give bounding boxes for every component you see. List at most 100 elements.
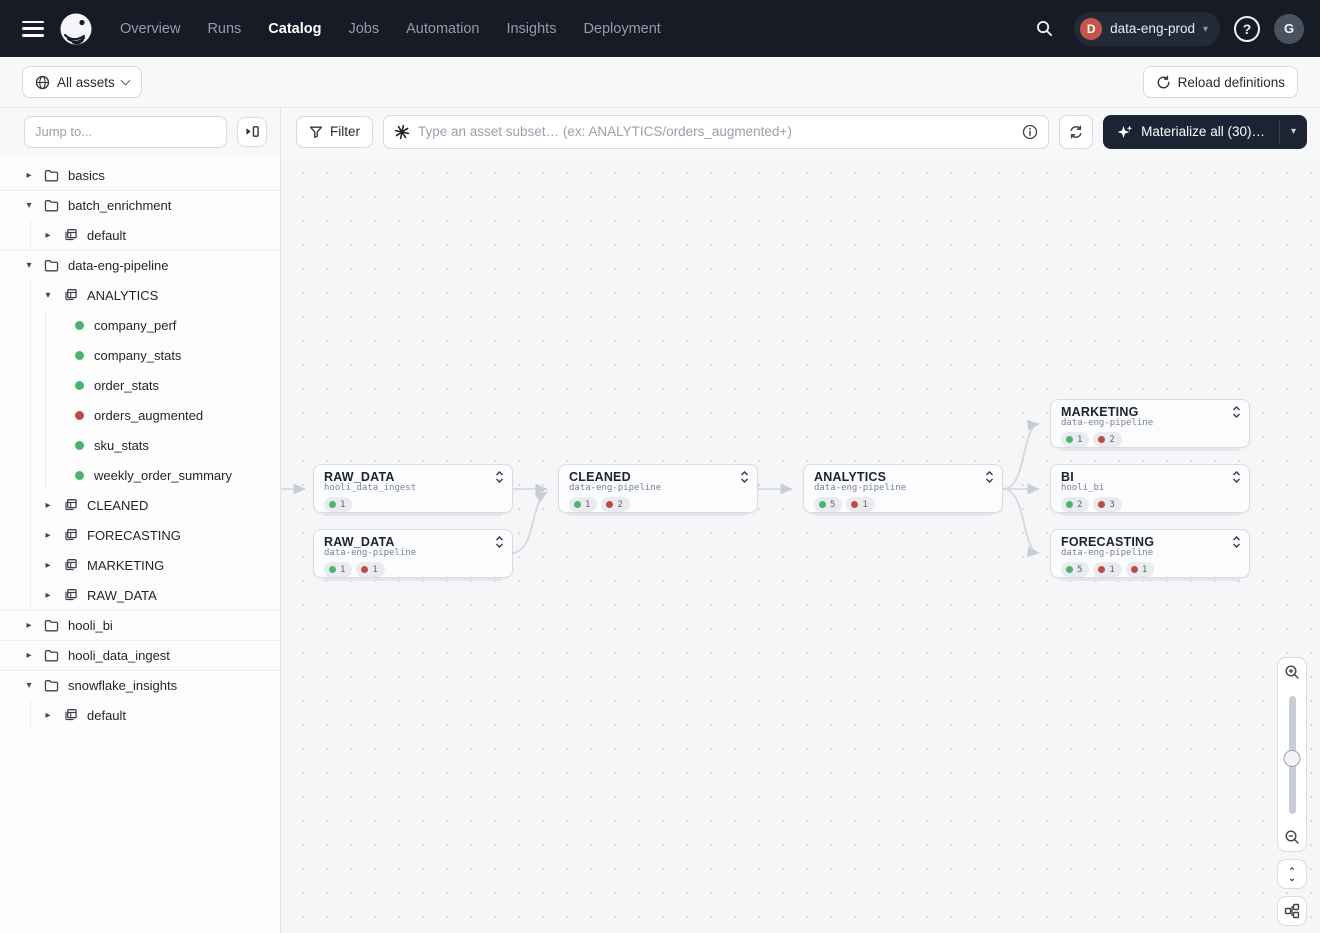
node-analytics[interactable]: ANALYTICS data-eng-pipeline 5 1 — [803, 464, 1003, 513]
nav-jobs[interactable]: Jobs — [348, 21, 379, 37]
asset-subset-input[interactable] — [418, 124, 1014, 139]
tree-folder-hooli-data-ingest[interactable]: ▸ hooli_data_ingest — [0, 640, 280, 670]
tree-folder-hooli-bi[interactable]: ▸ hooli_bi — [0, 610, 280, 640]
tree-group-analytics[interactable]: ▾ ANALYTICS — [31, 280, 280, 310]
tree-asset-order-stats[interactable]: order_stats — [46, 370, 280, 400]
op-selector-icon — [394, 124, 410, 140]
expand-group-icon[interactable] — [1232, 471, 1241, 483]
tree-asset-company-stats[interactable]: company_stats — [46, 340, 280, 370]
caret-down-icon[interactable]: ▾ — [24, 680, 34, 691]
materialize-all-button[interactable]: Materialize all (30)… ▾ — [1103, 115, 1307, 149]
relayout-graph-icon[interactable] — [1277, 896, 1307, 926]
asset-status-dot — [75, 351, 84, 360]
chevron-down-icon — [120, 76, 130, 86]
tree-asset-orders-augmented[interactable]: orders_augmented — [46, 400, 280, 430]
filter-icon — [309, 125, 323, 139]
expand-group-icon[interactable] — [495, 471, 504, 483]
folder-icon — [43, 198, 59, 214]
node-raw-data-hooli-data-ingest[interactable]: RAW_DATA hooli_data_ingest 1 — [313, 464, 513, 513]
nav-catalog[interactable]: Catalog — [268, 21, 321, 37]
canvas-controls: ⌃⌄ — [1277, 657, 1307, 926]
nav-runs[interactable]: Runs — [207, 21, 241, 37]
asset-status-dot — [75, 381, 84, 390]
tree-label: snowflake_insights — [68, 678, 177, 693]
tree-group-marketing[interactable]: ▸ MARKETING — [31, 550, 280, 580]
tree-asset-weekly-order-summary[interactable]: weekly_order_summary — [46, 460, 280, 490]
expand-group-icon[interactable] — [1232, 536, 1241, 548]
lineage-canvas[interactable]: RAW_DATA hooli_data_ingest 1 RAW_DATA da… — [281, 155, 1320, 933]
zoom-slider[interactable] — [1289, 696, 1296, 814]
caret-right-icon[interactable]: ▸ — [24, 650, 34, 661]
avatar[interactable]: G — [1274, 14, 1304, 44]
tree-group-raw-data[interactable]: ▸ RAW_DATA — [31, 580, 280, 610]
caret-down-icon[interactable]: ▾ — [24, 260, 34, 271]
deployment-switcher[interactable]: D data-eng-prod ▾ — [1074, 12, 1220, 46]
menu-icon[interactable] — [22, 21, 44, 37]
expand-group-icon[interactable] — [985, 471, 994, 483]
expand-group-icon[interactable] — [495, 536, 504, 548]
caret-down-icon[interactable]: ▾ — [43, 290, 53, 301]
caret-right-icon[interactable]: ▸ — [43, 500, 53, 511]
tree-label: company_perf — [94, 318, 176, 333]
tree-folder-batch-enrichment[interactable]: ▾ batch_enrichment — [0, 190, 280, 220]
tree-folder-basics[interactable]: ▸ basics — [0, 160, 280, 190]
tree-label: MARKETING — [87, 558, 164, 573]
zoom-in-icon[interactable] — [1284, 664, 1300, 680]
filter-button[interactable]: Filter — [296, 116, 373, 148]
zoom-out-icon[interactable] — [1284, 829, 1300, 845]
caret-right-icon[interactable]: ▸ — [43, 530, 53, 541]
nav-insights[interactable]: Insights — [506, 21, 556, 37]
caret-right-icon[interactable]: ▸ — [43, 590, 53, 601]
node-raw-data-data-eng-pipeline[interactable]: RAW_DATA data-eng-pipeline 1 1 — [313, 529, 513, 578]
zoom-slider-thumb[interactable] — [1284, 750, 1301, 767]
reload-definitions-button[interactable]: Reload definitions — [1143, 66, 1298, 98]
expand-group-icon[interactable] — [740, 471, 749, 483]
tree-group-cleaned[interactable]: ▸ CLEANED — [31, 490, 280, 520]
node-bi[interactable]: BI hooli_bi 2 3 — [1050, 464, 1250, 513]
node-marketing[interactable]: MARKETING data-eng-pipeline 1 2 — [1050, 399, 1250, 448]
asset-tree: ▸ basics ▾ batch_enrichment ▸ default ▾ — [0, 155, 280, 933]
status-badge: 2 — [1061, 497, 1089, 512]
tree-asset-company-perf[interactable]: company_perf — [46, 310, 280, 340]
tree-asset-sku-stats[interactable]: sku_stats — [46, 430, 280, 460]
jump-to-input[interactable] — [24, 116, 227, 148]
nav-automation[interactable]: Automation — [406, 21, 479, 37]
tree-label: default — [87, 708, 126, 723]
folder-icon — [43, 167, 59, 183]
node-forecasting[interactable]: FORECASTING data-eng-pipeline 5 1 1 — [1050, 529, 1250, 578]
tree-label: sku_stats — [94, 438, 149, 453]
refresh-graph-icon[interactable] — [1059, 115, 1093, 149]
dagster-logo-icon[interactable] — [58, 11, 94, 47]
node-subtitle: data-eng-pipeline — [324, 548, 504, 558]
search-icon[interactable] — [1028, 13, 1060, 45]
node-cleaned[interactable]: CLEANED data-eng-pipeline 1 2 — [558, 464, 758, 513]
help-icon[interactable]: ? — [1234, 16, 1260, 42]
status-badge: 2 — [601, 497, 629, 512]
nav-deployment[interactable]: Deployment — [583, 21, 660, 37]
nav-overview[interactable]: Overview — [120, 21, 180, 37]
tree-folder-data-eng-pipeline[interactable]: ▾ data-eng-pipeline — [0, 250, 280, 280]
tree-group-forecasting[interactable]: ▸ FORECASTING — [31, 520, 280, 550]
asset-status-dot — [75, 441, 84, 450]
info-icon[interactable] — [1022, 124, 1038, 140]
caret-right-icon[interactable]: ▸ — [24, 620, 34, 631]
tree-folder-snowflake-insights[interactable]: ▾ snowflake_insights — [0, 670, 280, 700]
expand-collapse-all-icon[interactable]: ⌃⌄ — [1277, 859, 1307, 889]
caret-right-icon[interactable]: ▸ — [43, 560, 53, 571]
node-title: RAW_DATA — [324, 470, 395, 484]
materialize-options-caret[interactable]: ▾ — [1280, 115, 1307, 149]
node-subtitle: data-eng-pipeline — [1061, 418, 1241, 428]
tree-group-default-snowflake[interactable]: ▸ default — [31, 700, 280, 730]
reload-definitions-label: Reload definitions — [1178, 75, 1285, 90]
caret-right-icon[interactable]: ▸ — [43, 230, 53, 241]
collapse-sidebar-icon[interactable] — [237, 117, 267, 147]
node-subtitle: hooli_data_ingest — [324, 483, 504, 493]
caret-right-icon[interactable]: ▸ — [43, 710, 53, 721]
caret-right-icon[interactable]: ▸ — [24, 170, 34, 181]
tree-group-default[interactable]: ▸ default — [31, 220, 280, 250]
expand-group-icon[interactable] — [1232, 406, 1241, 418]
all-assets-dropdown[interactable]: All assets — [22, 66, 142, 98]
node-subtitle: data-eng-pipeline — [569, 483, 749, 493]
status-badge: 1 — [356, 562, 384, 577]
caret-down-icon[interactable]: ▾ — [24, 200, 34, 211]
